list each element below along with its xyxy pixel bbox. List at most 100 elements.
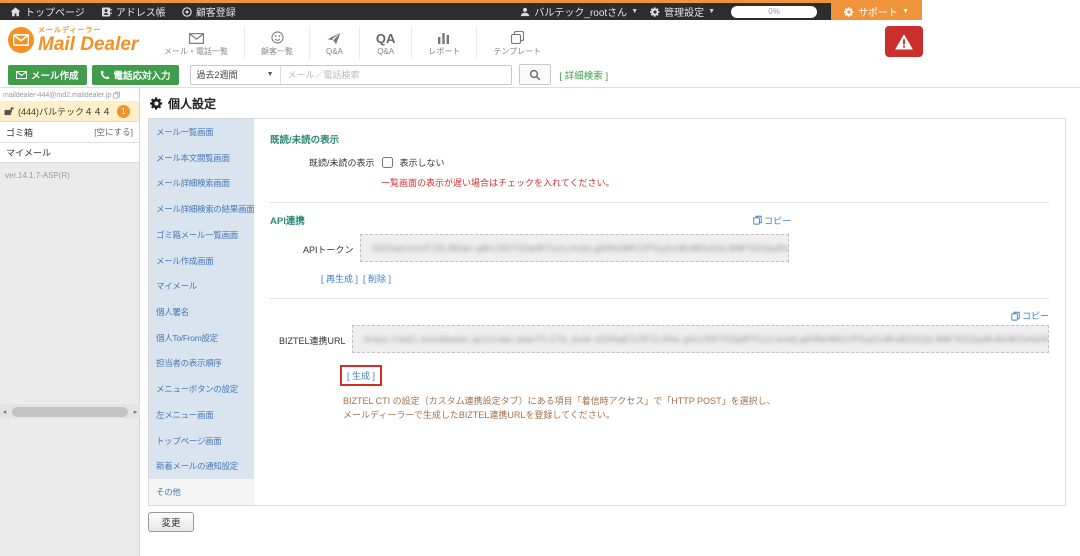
search-input[interactable] — [281, 70, 511, 80]
phone-entry-label: 電話応対入力 — [114, 68, 171, 82]
nav-label: Q&A — [326, 47, 343, 56]
settings-nav-item-staff-order[interactable]: 担当者の表示順序 — [149, 351, 254, 377]
topbar-link-label: アドレス帳 — [116, 4, 166, 19]
topbar-link-customer-register[interactable]: 顧客登録 — [182, 4, 236, 19]
generate-url-link[interactable]: [ 生成 ] — [347, 371, 375, 381]
nav-template[interactable]: テンプレート — [476, 26, 557, 60]
read-unread-hint: 一覧画面の表示が遅い場合はチェックを入れてください。 — [381, 176, 1049, 189]
nav-report[interactable]: レポート — [411, 26, 476, 60]
copy-label: コピー — [1022, 309, 1049, 322]
unread-count-badge: 1 — [117, 105, 130, 118]
search-button[interactable] — [519, 64, 551, 85]
chevron-down-icon: ▼ — [267, 71, 274, 78]
settings-nav-item-detail-search-result[interactable]: メール詳細検索の結果画面 — [149, 196, 254, 222]
settings-nav-item-left-menu[interactable]: 左メニュー画面 — [149, 402, 254, 428]
submit-button[interactable]: 変更 — [148, 512, 194, 532]
settings-nav-item-compose[interactable]: メール作成画面 — [149, 248, 254, 274]
advanced-search-link[interactable]: [ 詳細検索 ] — [560, 68, 609, 82]
topbar-link-label: トップページ — [25, 4, 85, 19]
biztel-url-copy-link[interactable]: コピー — [1011, 309, 1049, 322]
logo-text: Mail Dealer — [38, 35, 138, 54]
empty-trash-link[interactable]: [空にする] — [94, 126, 133, 138]
alert-button[interactable] — [885, 26, 923, 57]
hide-read-unread-checkbox[interactable] — [382, 157, 393, 168]
chevron-down-icon: ▼ — [902, 8, 909, 15]
app-logo[interactable]: メールディーラー Mail Dealer — [8, 25, 138, 54]
settings-nav-item-top-page[interactable]: トップページ画面 — [149, 428, 254, 454]
biztel-description-line2: メールディーラーで生成したBIZTEL連携URLを登録してください。 — [343, 409, 1049, 423]
api-token-field: 50fXqh1mVFJ2L9Ddn-g8nJ30YG0pRfTyzLmnbLg6… — [360, 234, 789, 262]
biztel-url-field: https://md1.maildealer.jp/cti/api.php?f=… — [352, 325, 1049, 353]
gear-icon — [150, 97, 163, 110]
chevron-down-icon: ▼ — [708, 8, 715, 15]
support-button[interactable]: サポート ▼ — [831, 3, 922, 20]
settings-nav-item-mail-list[interactable]: メール一覧画面 — [149, 119, 254, 145]
nav-direct-mail[interactable]: Q&A — [309, 26, 359, 60]
copy-icon[interactable] — [113, 91, 120, 99]
divider — [270, 202, 1049, 203]
api-token-row: APIトークン 50fXqh1mVFJ2L9Ddn-g8nJ30YG0pRfTy… — [303, 234, 1049, 262]
api-token-label: APIトークン — [303, 234, 354, 256]
phone-entry-button[interactable]: 電話応対入力 — [92, 65, 179, 85]
copy-icon — [1011, 311, 1020, 321]
sidebar-item-mymail[interactable]: マイメール — [0, 142, 139, 163]
gear-icon — [844, 7, 854, 17]
settings-nav-item-other[interactable]: その他 — [149, 479, 254, 505]
user-menu[interactable]: バルテック_rootさん ▼ — [520, 4, 638, 19]
sidebar-mailbox-current[interactable]: (444)バルテック４４４ 1 — [0, 101, 139, 121]
copy-icon — [753, 215, 762, 225]
usage-meter: 0% — [731, 6, 817, 18]
sidebar-item-trash[interactable]: ゴミ箱 [空にする] — [0, 121, 139, 142]
delete-token-link[interactable]: [ 削除 ] — [363, 272, 391, 285]
account-email-text: maildealer-444@md2.maildealer.jp — [3, 92, 111, 99]
admin-settings-menu[interactable]: 管理設定 ▼ — [650, 4, 715, 19]
page-title: 個人設定 — [150, 95, 216, 112]
mailbox-icon — [4, 107, 14, 116]
scrollbar-thumb[interactable] — [12, 407, 128, 417]
topbar-link-label: 顧客登録 — [196, 4, 236, 19]
trash-label: ゴミ箱 — [6, 126, 33, 139]
search-period-value: 過去2週間 — [197, 68, 238, 81]
settings-nav-item-detail-search[interactable]: メール詳細検索画面 — [149, 170, 254, 196]
api-token-copy-link[interactable]: コピー — [753, 214, 791, 227]
user-icon — [520, 7, 530, 17]
settings-nav-item-menu-buttons[interactable]: メニューボタンの設定 — [149, 376, 254, 402]
settings-nav-item-signature[interactable]: 個人署名 — [149, 299, 254, 325]
settings-nav-item-mymail[interactable]: マイメール — [149, 273, 254, 299]
biztel-description-line1: BIZTEL CTI の設定（カスタム連携設定タブ）にある項目「着信時アクセス」… — [343, 395, 1049, 409]
nav-mail-phone-list[interactable]: メール・電話一覧 — [148, 26, 244, 60]
gear-icon — [650, 7, 660, 17]
nav-customer-list[interactable]: 顧客一覧 — [244, 26, 309, 60]
topbar-link-home[interactable]: トップページ — [10, 4, 85, 19]
settings-nav-item-trash-list[interactable]: ゴミ箱メール一覧画面 — [149, 222, 254, 248]
mymail-label: マイメール — [6, 146, 51, 159]
checkbox-label: 表示しない — [400, 156, 445, 169]
read-unread-row: 既読/未読の表示 表示しない — [309, 156, 1049, 169]
qa-icon: QA — [376, 30, 396, 45]
biztel-url-label: BIZTEL連携URL — [279, 325, 346, 347]
regenerate-token-link[interactable]: [ 再生成 ] — [321, 272, 358, 285]
biztel-url-row: BIZTEL連携URL https://md1.maildealer.jp/ct… — [279, 325, 1049, 353]
search-period-select[interactable]: 過去2週間 ▼ — [191, 66, 281, 84]
settings-nav: メール一覧画面 メール本文閲覧画面 メール詳細検索画面 メール詳細検索の結果画面… — [149, 119, 254, 505]
topbar-link-address-book[interactable]: アドレス帳 — [101, 4, 166, 19]
envelope-icon — [16, 71, 27, 79]
template-icon — [511, 29, 524, 44]
mailbox-name: (444)バルテック４４４ — [18, 105, 111, 118]
settings-nav-item-mail-body[interactable]: メール本文閲覧画面 — [149, 145, 254, 171]
scroll-right-arrow[interactable]: ▸ — [131, 408, 140, 416]
nav-label: テンプレート — [493, 46, 541, 57]
api-token-masked-value: 50fXqh1mVFJ2L9Ddn-g8nJ30YG0pRfTyzLmnbLg6… — [373, 243, 789, 253]
settings-nav-item-tofrom[interactable]: 個人To/From設定 — [149, 325, 254, 351]
page-title-text: 個人設定 — [168, 95, 216, 112]
settings-nav-item-notification[interactable]: 新着メールの通知設定 — [149, 454, 254, 480]
customer-register-icon — [182, 7, 192, 17]
read-unread-label: 既読/未読の表示 — [309, 156, 375, 169]
account-email: maildealer-444@md2.maildealer.jp — [0, 88, 139, 101]
header: メールディーラー Mail Dealer メール・電話一覧 顧客一覧 Q&A Q… — [0, 23, 1080, 62]
nav-qa[interactable]: QA Q&A — [359, 26, 412, 60]
scroll-left-arrow[interactable]: ◂ — [0, 408, 9, 416]
compose-mail-button[interactable]: メール作成 — [8, 65, 87, 85]
phone-icon — [100, 70, 110, 80]
compose-label: メール作成 — [31, 68, 79, 82]
